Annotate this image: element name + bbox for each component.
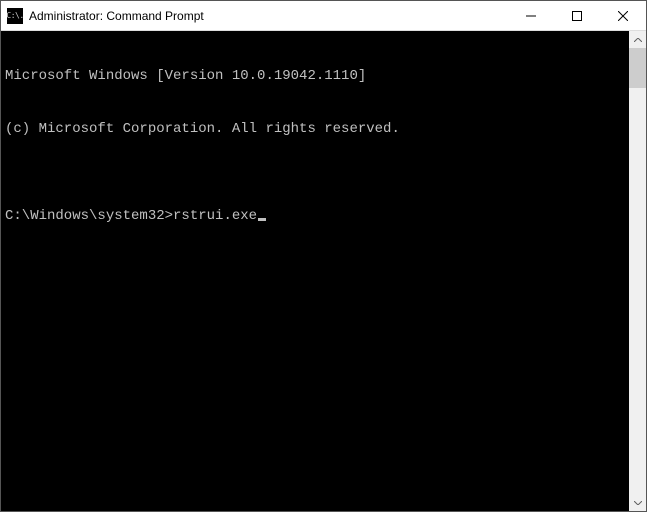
window-title: Administrator: Command Prompt xyxy=(29,9,508,23)
app-icon: C:\. xyxy=(7,8,23,24)
cursor xyxy=(258,218,266,221)
prompt-path: C:\Windows\system32> xyxy=(5,208,173,226)
prompt-line: C:\Windows\system32>rstrui.exe xyxy=(5,208,625,226)
output-line: (c) Microsoft Corporation. All rights re… xyxy=(5,121,625,139)
close-icon xyxy=(618,11,628,21)
chevron-up-icon xyxy=(634,38,642,42)
close-button[interactable] xyxy=(600,1,646,30)
terminal[interactable]: Microsoft Windows [Version 10.0.19042.11… xyxy=(1,31,629,511)
vertical-scrollbar[interactable] xyxy=(629,31,646,511)
maximize-button[interactable] xyxy=(554,1,600,30)
window-controls xyxy=(508,1,646,30)
scroll-down-button[interactable] xyxy=(629,494,646,511)
minimize-button[interactable] xyxy=(508,1,554,30)
maximize-icon xyxy=(572,11,582,21)
command-prompt-window: C:\. Administrator: Command Prompt Micro… xyxy=(0,0,647,512)
output-line: Microsoft Windows [Version 10.0.19042.11… xyxy=(5,68,625,86)
titlebar[interactable]: C:\. Administrator: Command Prompt xyxy=(1,1,646,31)
minimize-icon xyxy=(526,11,536,21)
terminal-area: Microsoft Windows [Version 10.0.19042.11… xyxy=(1,31,646,511)
command-input[interactable]: rstrui.exe xyxy=(173,208,257,226)
scroll-thumb[interactable] xyxy=(629,48,646,88)
scroll-up-button[interactable] xyxy=(629,31,646,48)
chevron-down-icon xyxy=(634,501,642,505)
